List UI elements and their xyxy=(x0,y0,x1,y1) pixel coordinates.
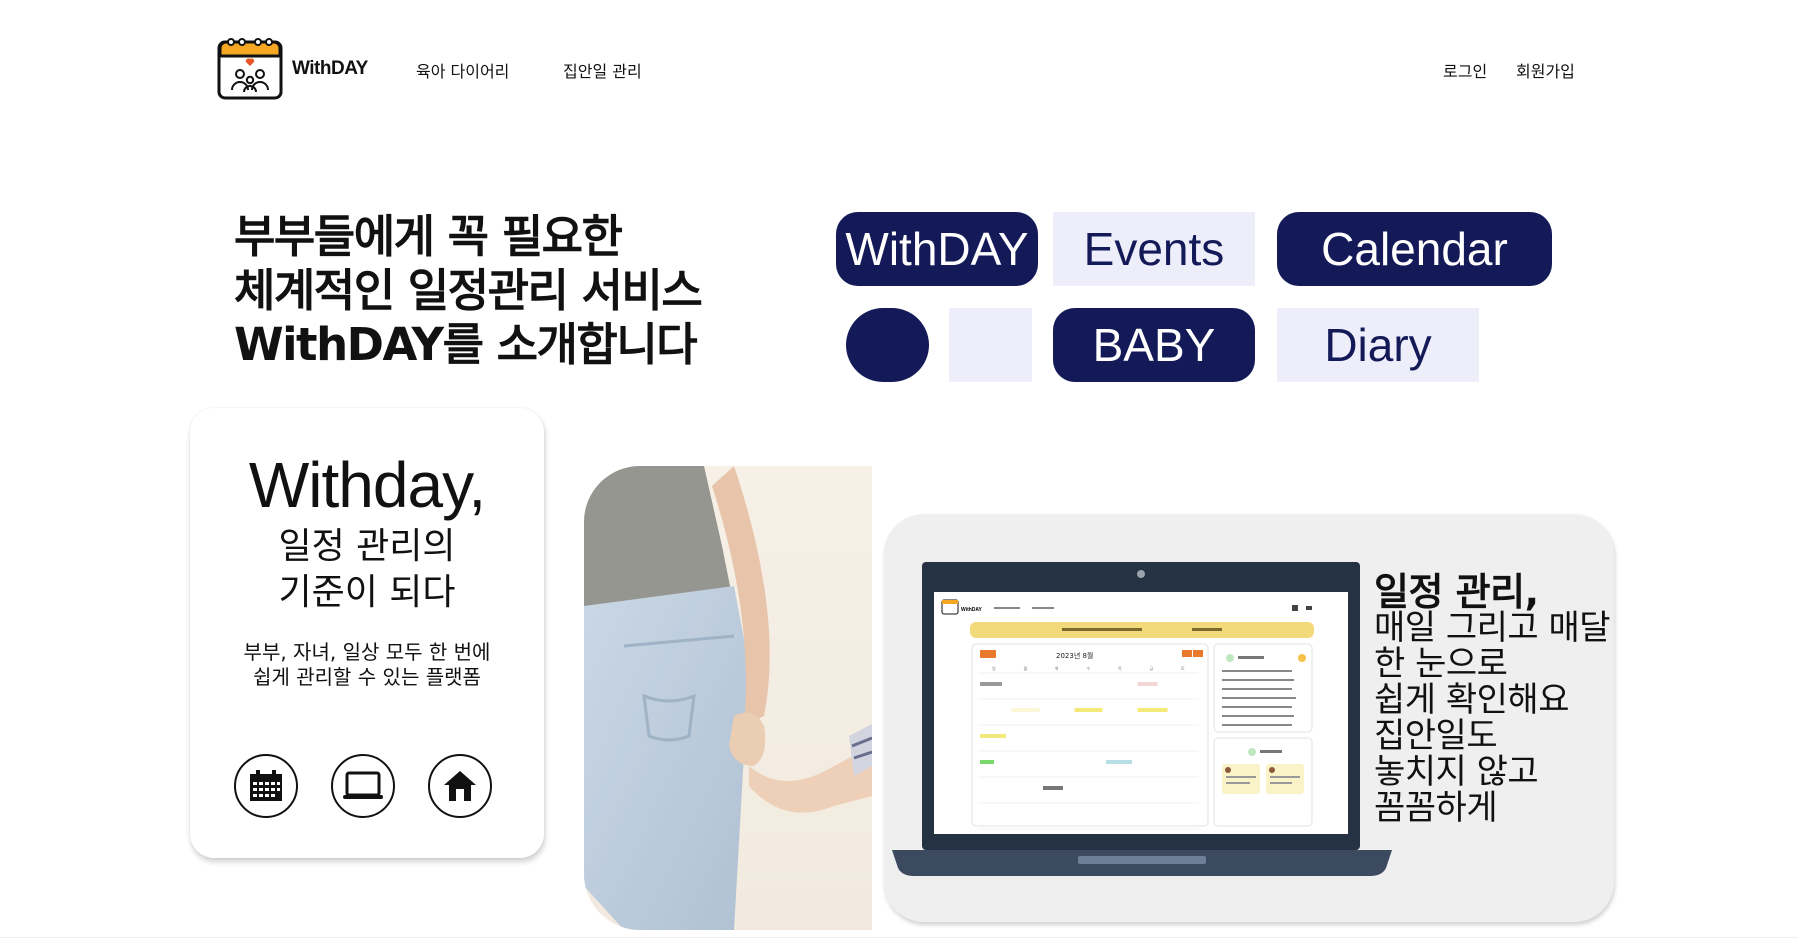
mini-calendar-day-label: 일 xyxy=(992,665,996,671)
feature-line: 매일 그리고 매달 xyxy=(1374,608,1611,648)
laptop-screenshot-icon: WithDAY 2023년 8월 일 월 화 수 목 금 토 xyxy=(892,562,1392,876)
mini-calendar-day-label: 목 xyxy=(1118,666,1122,671)
pill-events: Events xyxy=(1053,212,1255,286)
pill-calendar: Calendar xyxy=(1277,212,1552,286)
info-card: Withday, 일정 관리의 기준이 되다 부부, 자녀, 일상 모두 한 번… xyxy=(190,408,544,858)
mini-calendar-day-label: 토 xyxy=(1181,666,1185,671)
feature-line: 꼼꼼하게 xyxy=(1374,788,1498,828)
mini-calendar-event xyxy=(980,760,994,764)
pill-diary: Diary xyxy=(1277,308,1479,382)
feature-heading: 일정 관리, xyxy=(1374,570,1539,614)
logo[interactable]: WithDAY xyxy=(216,36,368,102)
laptop-icon[interactable] xyxy=(331,754,395,818)
mini-calendar-event xyxy=(1137,708,1168,712)
feature-line: 놓치지 않고 xyxy=(1374,752,1539,792)
info-tagline-1: 일정 관리의 xyxy=(278,526,456,567)
mini-calendar-event xyxy=(980,682,1002,686)
mini-calendar-day-label: 금 xyxy=(1150,666,1154,671)
mini-calendar-event xyxy=(1137,682,1158,686)
page: WithDAY 육아 다이어리 집안일 관리 로그인 회원가입 부부들에게 꼭 … xyxy=(0,0,1798,940)
divider xyxy=(0,937,1798,938)
pill-blank xyxy=(949,308,1032,382)
laptop-feature-card: WithDAY 2023년 8월 일 월 화 수 목 금 토 일정 관리, 매일 그리고 매… xyxy=(884,514,1614,922)
mini-calendar-event xyxy=(1106,760,1132,764)
mini-calendar-event xyxy=(1043,786,1063,790)
mini-calendar-event xyxy=(980,734,1006,738)
pill-withday: WithDAY xyxy=(836,212,1038,286)
home-icon[interactable] xyxy=(428,754,492,818)
hero-title-line: 부부들에게 꼭 필요한 xyxy=(234,210,623,263)
hero-title: 부부들에게 꼭 필요한 체계적인 일정관리 서비스 WithDAY를 소개합니다 xyxy=(234,210,703,372)
mini-calendar-day-label: 월 xyxy=(1024,665,1028,671)
hero-title-line: WithDAY를 소개합니다 xyxy=(234,318,698,371)
pill-circle xyxy=(846,308,929,382)
mini-calendar-day-label: 화 xyxy=(1055,665,1059,671)
calendar-family-logo-icon xyxy=(217,38,283,100)
mini-calendar-month: 2023년 8월 xyxy=(1056,651,1093,660)
info-desc-2: 쉽게 관리할 수 있는 플랫폼 xyxy=(253,665,481,689)
mini-calendar-event xyxy=(1074,708,1103,712)
laptop-feature-text: 일정 관리, 매일 그리고 매달 한 눈으로 쉽게 확인해요 집안일도 놓치지 … xyxy=(1374,570,1611,828)
signup-link[interactable]: 회원가입 xyxy=(1516,58,1575,82)
feature-line: 한 눈으로 xyxy=(1374,644,1508,684)
feature-line: 집안일도 xyxy=(1374,716,1498,756)
info-tagline-2: 기준이 되다 xyxy=(278,572,456,613)
parent-child-photo xyxy=(584,466,872,930)
nav-housework[interactable]: 집안일 관리 xyxy=(563,58,642,82)
hero-title-line: 체계적인 일정관리 서비스 xyxy=(234,264,703,317)
feature-icons xyxy=(234,754,492,818)
login-link[interactable]: 로그인 xyxy=(1443,58,1487,82)
mini-calendar-day-label: 수 xyxy=(1087,665,1091,671)
info-desc-1: 부부, 자녀, 일상 모두 한 번에 xyxy=(243,640,491,664)
mini-calendar-event xyxy=(1011,708,1040,712)
logo-text: WithDAY xyxy=(292,58,368,79)
pill-baby: BABY xyxy=(1053,308,1255,382)
nav-baby-diary[interactable]: 육아 다이어리 xyxy=(416,58,509,82)
calendar-icon[interactable] xyxy=(234,754,298,818)
info-brand: Withday, xyxy=(248,449,486,521)
svg-text:WithDAY: WithDAY xyxy=(961,607,983,613)
feature-line: 쉽게 확인해요 xyxy=(1374,680,1570,720)
